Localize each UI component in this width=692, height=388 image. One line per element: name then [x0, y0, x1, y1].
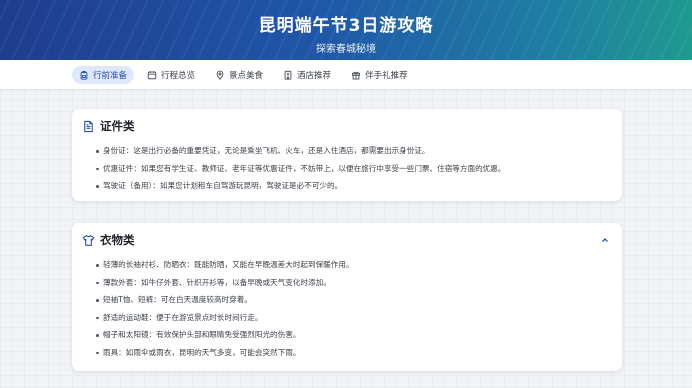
page-subtitle: 探索春城秘境 [316, 44, 376, 55]
list-item: 雨具：如雨伞或雨衣，昆明的天气多变，可能会突然下雨。 [96, 344, 610, 362]
backpack-icon [80, 70, 88, 80]
section-title: 证件类 [100, 119, 135, 133]
map-pin-icon [216, 70, 224, 80]
list-item: 舒适的运动鞋：便于在游览景点时长时间行走。 [96, 309, 610, 327]
list-item: 短袖T恤、短裤：可在白天温度较高时穿着。 [96, 291, 610, 309]
main-content: 证件类 身份证：这是出行必备的重要凭证，无论是乘坐飞机、火车，还是入住酒店，都需… [0, 91, 692, 388]
tab-label: 行程总览 [161, 70, 196, 81]
tab-attractions-food[interactable]: 景点美食 [208, 66, 270, 84]
tab-bar: 行前准备 行程总览 景点美食 酒店推荐 伴手礼推荐 [0, 60, 692, 90]
document-icon [84, 120, 93, 132]
tab-itinerary[interactable]: 行程总览 [140, 66, 202, 84]
tab-label: 景点美食 [229, 70, 264, 81]
tab-label: 伴手礼推荐 [365, 70, 408, 81]
clothing-section: 衣物类 轻薄的长袖衬衫、防晒衣：既能防晒，又能在早晚温差大时起到保暖作用。 薄款… [72, 223, 622, 371]
documents-list: 身份证：这是出行必备的重要凭证，无论是乘坐飞机、火车，还是入住酒店，都需要出示身… [96, 142, 610, 195]
section-title: 衣物类 [100, 233, 135, 247]
tab-hotels[interactable]: 酒店推荐 [276, 66, 338, 84]
clothing-list: 轻薄的长袖衬衫、防晒衣：既能防晒，又能在早晚温差大时起到保暖作用。 薄款外套：如… [96, 256, 610, 361]
calendar-icon [147, 70, 157, 79]
hotel-icon [284, 70, 292, 80]
tab-preparation[interactable]: 行前准备 [72, 65, 135, 84]
page-header: 昆明端午节3日游攻略 探索春城秘境 [0, 0, 692, 60]
list-item: 优惠证件：如果您有学生证、教师证、老年证等优惠证件，不妨带上，以便在旅行中享受一… [96, 160, 610, 178]
section-header[interactable]: 衣物类 [82, 232, 135, 248]
list-item: 薄款外套：如牛仔外套、针织开衫等，以备早晚或天气变化时添加。 [96, 274, 610, 292]
section-header: 证件类 [82, 118, 135, 134]
gift-icon [352, 71, 361, 79]
documents-section: 证件类 身份证：这是出行必备的重要凭证，无论是乘坐飞机、火车，还是入住酒店，都需… [72, 109, 622, 201]
list-item: 帽子和太阳镜：有效保护头部和眼睛免受强烈阳光的伤害。 [96, 326, 610, 344]
list-item: 身份证：这是出行必备的重要凭证，无论是乘坐飞机、火车，还是入住酒店，都需要出示身… [96, 142, 610, 160]
list-item: 轻薄的长袖衬衫、防晒衣：既能防晒，又能在早晚温差大时起到保暖作用。 [96, 256, 610, 274]
tab-souvenirs[interactable]: 伴手礼推荐 [344, 66, 415, 84]
list-item: 驾驶证（备用）：如果您计划租车自驾游玩昆明，驾驶证是必不可少的。 [96, 177, 610, 195]
tab-label: 行前准备 [93, 70, 128, 81]
chevron-up-icon[interactable] [600, 235, 610, 245]
page-title: 昆明端午节3日游攻略 [258, 16, 434, 36]
tab-label: 酒店推荐 [297, 70, 332, 81]
shirt-icon [82, 234, 95, 246]
